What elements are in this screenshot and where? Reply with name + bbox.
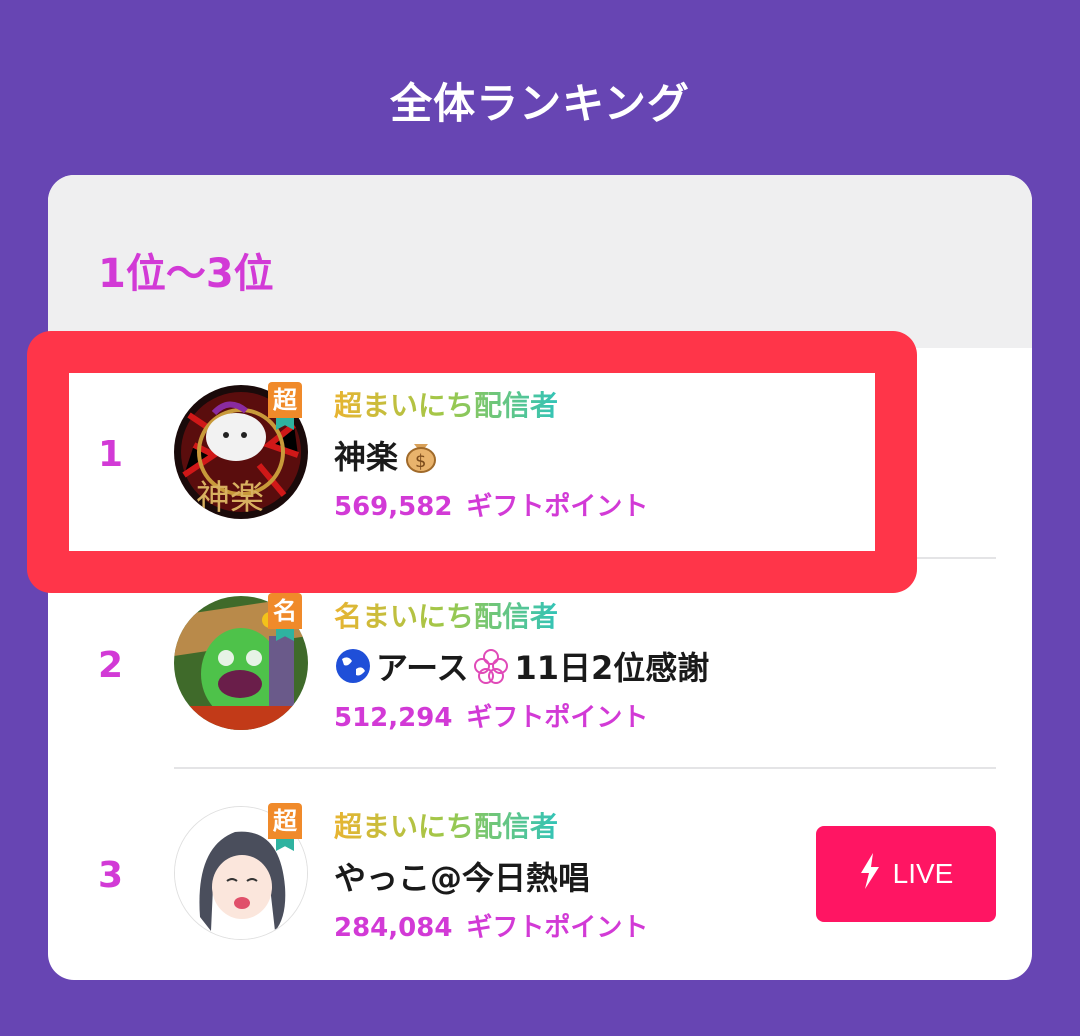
points-unit: ギフトポイント bbox=[466, 492, 649, 522]
svg-text:神楽: 神楽 bbox=[196, 478, 264, 518]
points-value: 512,294 bbox=[334, 703, 453, 733]
gift-points: 284,084 ギフトポイント bbox=[334, 907, 648, 944]
streamer-type: 超まいにち配信者 bbox=[334, 805, 558, 845]
ranking-card: 1位〜3位 1 神楽 超 超まいにち配信者 神楽 $ 569,582 ギフトポイ… bbox=[48, 175, 1032, 980]
name-row: やっこ@今日熱唱 bbox=[334, 853, 590, 899]
streamer-name: やっこ@今日熱唱 bbox=[334, 859, 591, 897]
card-header: 1位〜3位 bbox=[48, 175, 1032, 348]
streamer-type: 超まいにち配信者 bbox=[334, 384, 558, 424]
rank-number: 1 bbox=[98, 434, 124, 475]
lightning-icon bbox=[859, 852, 881, 896]
streamer-badge: 超 bbox=[268, 382, 302, 418]
earth-globe-icon bbox=[334, 647, 372, 685]
points-value: 284,084 bbox=[334, 913, 453, 943]
streamer-name: アース bbox=[376, 649, 469, 687]
live-button[interactable]: LIVE bbox=[816, 826, 996, 922]
flower-icon bbox=[472, 647, 510, 685]
name-row: アース 11日2位感謝 bbox=[334, 643, 709, 689]
streamer-badge: 名 bbox=[268, 593, 302, 629]
streamer-badge: 超 bbox=[268, 803, 302, 839]
gift-points: 512,294 ギフトポイント bbox=[334, 697, 648, 734]
svg-text:$: $ bbox=[415, 451, 426, 472]
ranking-row-2[interactable]: 2 名 名まいにち配信者 アース 11日2位感謝 512,294 ギフトポイント bbox=[48, 559, 1032, 769]
money-bag-icon: $ bbox=[402, 436, 440, 474]
streamer-type: 名まいにち配信者 bbox=[334, 595, 558, 635]
streamer-name: 神楽 bbox=[334, 438, 399, 476]
rank-number: 2 bbox=[98, 645, 124, 686]
streamer-name-suffix: 11日2位感謝 bbox=[514, 649, 710, 687]
points-value: 569,582 bbox=[334, 492, 453, 522]
page-title: 全体ランキング bbox=[390, 79, 690, 128]
rank-number: 3 bbox=[98, 855, 124, 896]
gift-points: 569,582 ギフトポイント bbox=[334, 486, 648, 523]
name-row: 神楽 $ bbox=[334, 432, 440, 478]
ranking-row-1[interactable]: 1 神楽 超 超まいにち配信者 神楽 $ 569,582 ギフトポイント bbox=[48, 348, 1032, 558]
points-unit: ギフトポイント bbox=[466, 913, 649, 943]
live-label: LIVE bbox=[892, 858, 954, 889]
section-title: 1位〜3位 bbox=[98, 251, 274, 297]
points-unit: ギフトポイント bbox=[466, 703, 649, 733]
